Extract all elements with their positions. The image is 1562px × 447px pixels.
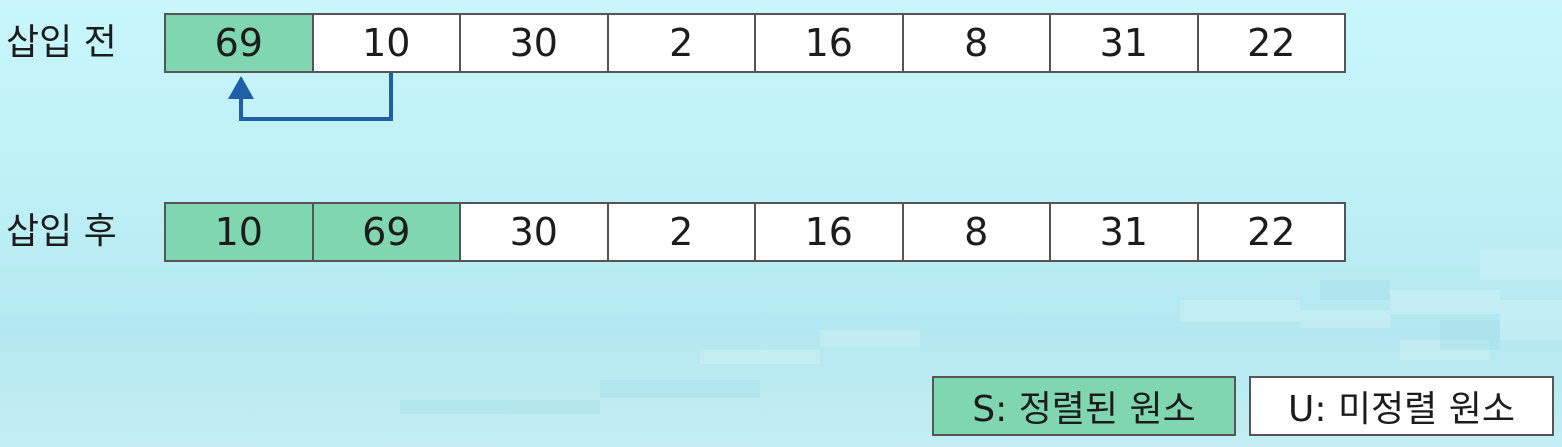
legend-sorted: S: 정렬된 원소 xyxy=(932,376,1236,436)
after-label: 삽입 후 xyxy=(6,211,117,252)
after-array: 10 69 30 2 16 8 31 22 xyxy=(164,202,1346,262)
after-cell: 31 xyxy=(1049,202,1199,262)
after-cell: 69 xyxy=(311,202,461,262)
insert-arrow-line xyxy=(239,73,393,121)
insert-arrowhead xyxy=(228,76,254,99)
after-cell: 2 xyxy=(606,202,756,262)
after-cell: 10 xyxy=(164,202,314,262)
legend-unsorted: U: 미정렬 원소 xyxy=(1249,376,1554,436)
after-cell: 30 xyxy=(459,202,609,262)
after-cell: 16 xyxy=(754,202,904,262)
after-cell: 22 xyxy=(1196,202,1346,262)
after-cell: 8 xyxy=(901,202,1051,262)
